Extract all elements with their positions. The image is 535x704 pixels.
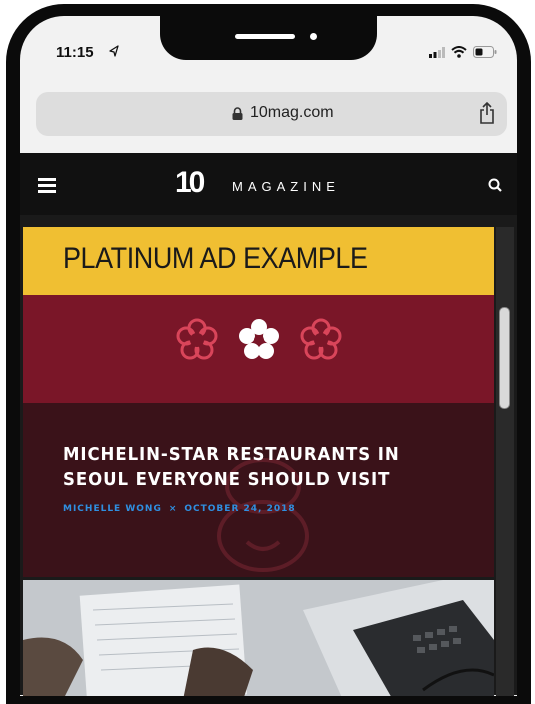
article-headline[interactable]: MICHELIN-STAR RESTAURANTS IN SEOUL EVERY…: [63, 442, 431, 492]
address-bar[interactable]: 10mag.com: [36, 92, 507, 136]
camera: [310, 33, 317, 40]
logo-number[interactable]: 10: [175, 166, 205, 200]
page-content: PLATINUM AD EXAMPLE MICHELIN-STAR RESTAU…: [20, 215, 517, 696]
site-navigation: 10 MAGAZINE: [20, 153, 517, 215]
michelin-stars: [173, 316, 345, 364]
status-time: 11:15: [56, 44, 94, 61]
hamburger-menu-icon[interactable]: [38, 178, 56, 193]
location-arrow-icon: [109, 45, 119, 57]
scrollbar[interactable]: [496, 227, 514, 696]
michelin-star-icon: [239, 319, 279, 359]
wifi-icon: [451, 46, 467, 58]
michelin-star-icon: [176, 318, 218, 360]
scrollbar-thumb[interactable]: [499, 307, 510, 409]
phone-notch: [160, 16, 377, 60]
byline-separator: ×: [168, 504, 178, 514]
logo-word[interactable]: MAGAZINE: [232, 179, 340, 194]
michelin-star-icon: [300, 318, 342, 360]
article-overlay: MICHELIN-STAR RESTAURANTS IN SEOUL EVERY…: [23, 403, 494, 577]
article-photo[interactable]: [23, 580, 494, 696]
speaker: [235, 34, 295, 39]
article-byline: MICHELLE WONG × OCTOBER 24, 2018: [63, 504, 296, 514]
platinum-ad-banner[interactable]: PLATINUM AD EXAMPLE: [23, 227, 494, 295]
phone-screen: 11:15 10mag.com 10 MAGAZINE PLATINUM AD …: [20, 16, 517, 696]
phone-frame: 11:15 10mag.com 10 MAGAZINE PLATINUM AD …: [0, 0, 535, 704]
lock-icon: [232, 107, 243, 120]
battery-icon: [473, 46, 497, 58]
search-icon[interactable]: [488, 178, 502, 192]
status-icons: [429, 46, 497, 58]
article-author[interactable]: MICHELLE WONG: [63, 504, 162, 514]
ad-label: PLATINUM AD EXAMPLE: [63, 242, 368, 275]
article-date: OCTOBER 24, 2018: [184, 504, 296, 514]
featured-article[interactable]: MICHELIN-STAR RESTAURANTS IN SEOUL EVERY…: [23, 295, 494, 577]
signal-icon: [429, 46, 445, 58]
laptop-desk-photo: [23, 580, 494, 696]
url-text: 10mag.com: [250, 104, 334, 121]
share-icon[interactable]: [479, 102, 495, 124]
